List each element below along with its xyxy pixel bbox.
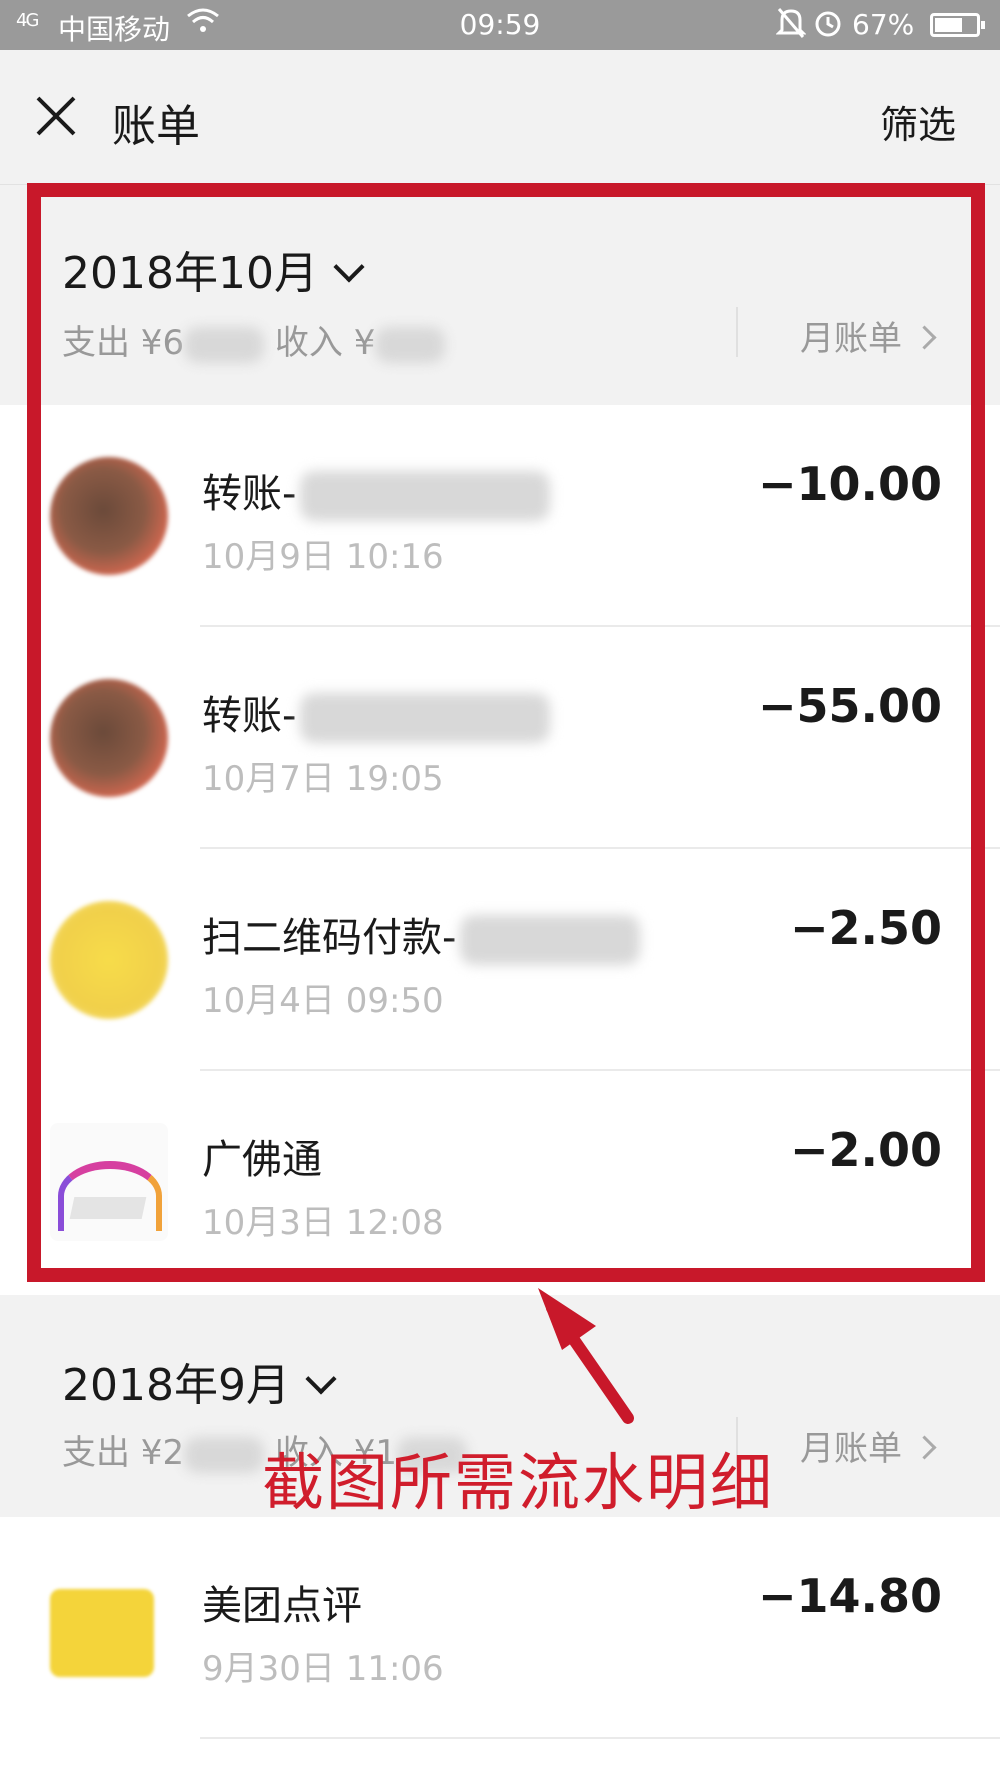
transaction-time: 10月9日 10:16 (202, 537, 444, 577)
transaction-list: 转账- 10月9日 10:16 −10.00 转账- 10月7日 19:05 −… (0, 405, 1000, 1295)
chevron-down-icon (305, 1363, 337, 1395)
guangfotong-logo (50, 1123, 168, 1241)
close-icon[interactable] (28, 88, 84, 144)
month-header-oct: 2018年10月 支出 ¥6 收入 ¥ 月账单 (0, 185, 1000, 405)
transaction-amount: −10.00 (757, 457, 942, 511)
month-summary: 支出 ¥6 收入 ¥ (62, 315, 446, 364)
redacted-name (300, 693, 551, 743)
redacted-amount (184, 326, 265, 363)
divider (736, 307, 738, 357)
battery-percent: 67% (852, 8, 915, 41)
monthly-bill-label: 月账单 (800, 319, 902, 359)
divider (200, 1737, 1000, 1739)
transaction-row[interactable]: 转账- 10月7日 19:05 −55.00 (0, 627, 1000, 849)
monthly-bill-link[interactable]: 月账单 (800, 311, 937, 360)
chevron-down-icon (333, 251, 365, 283)
transaction-name: 美团点评 (202, 1583, 362, 1629)
redacted-amount (375, 326, 446, 363)
month-selector[interactable]: 2018年10月 (62, 237, 365, 301)
transaction-row[interactable]: 扫二维码付款- 10月4日 09:50 −2.50 (0, 849, 1000, 1071)
transaction-list: 美团点评 9月30日 11:06 −14.80 (0, 1517, 1000, 1777)
expense-label: 支出 ¥2 (62, 1433, 185, 1473)
page-title: 账单 (112, 101, 200, 152)
filter-button[interactable]: 筛选 (880, 94, 956, 149)
expense-label: 支出 ¥6 (62, 323, 185, 363)
bell-off-icon (775, 6, 807, 47)
chevron-right-icon (912, 325, 937, 350)
transaction-row[interactable]: 转账- 10月9日 10:16 −10.00 (0, 405, 1000, 627)
transaction-name: 转账- (202, 471, 297, 517)
clock: 09:59 (459, 8, 541, 41)
avatar (50, 679, 168, 797)
transaction-amount: −55.00 (757, 679, 942, 733)
monthly-bill-label: 月账单 (800, 1429, 902, 1469)
status-bar: 4G 中国移动 09:59 67% (0, 0, 1000, 50)
month-title: 2018年9月 (62, 1360, 290, 1411)
redacted-name (460, 915, 641, 965)
transaction-name: 扫二维码付款- (202, 915, 457, 961)
nav-bar: 账单 筛选 (0, 50, 1000, 185)
transaction-time: 10月3日 12:08 (202, 1203, 444, 1243)
battery-icon (930, 13, 985, 37)
month-selector[interactable]: 2018年9月 (62, 1349, 337, 1413)
transaction-name: 转账- (202, 693, 297, 739)
transaction-time: 9月30日 11:06 (202, 1649, 444, 1689)
avatar (50, 901, 168, 1019)
monthly-bill-link[interactable]: 月账单 (800, 1421, 937, 1470)
transaction-row[interactable]: 美团点评 9月30日 11:06 −14.80 (0, 1517, 1000, 1739)
transaction-row[interactable]: 广佛通 10月3日 12:08 −2.00 (0, 1071, 1000, 1293)
transaction-name: 广佛通 (202, 1137, 322, 1183)
alarm-icon (812, 6, 844, 47)
transaction-amount: −14.80 (757, 1569, 942, 1623)
avatar (50, 457, 168, 575)
transaction-amount: −2.50 (789, 901, 942, 955)
transaction-amount: −2.00 (789, 1123, 942, 1177)
transaction-time: 10月4日 09:50 (202, 981, 444, 1021)
annotation-text: 截图所需流水明细 (262, 1446, 775, 1519)
redacted-amount (184, 1436, 265, 1473)
month-title: 2018年10月 (62, 248, 318, 299)
transaction-time: 10月7日 19:05 (202, 759, 444, 799)
redacted-name (300, 471, 551, 521)
income-label: 收入 ¥ (274, 323, 376, 363)
chevron-right-icon (912, 1435, 937, 1460)
meituan-logo (50, 1589, 154, 1677)
